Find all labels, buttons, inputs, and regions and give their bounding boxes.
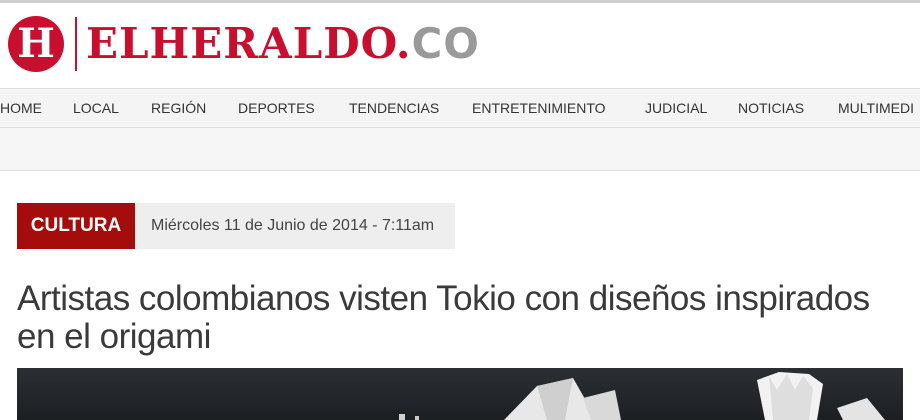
- logo-tld: CO: [411, 19, 480, 68]
- section-badge[interactable]: CULTURA: [17, 203, 135, 249]
- site-logo[interactable]: ELHERALDO.CO: [86, 19, 480, 69]
- nav-item-multimedia[interactable]: MULTIMEDI: [838, 89, 914, 127]
- logo-name: ELHERALDO: [86, 19, 396, 68]
- main-nav: HOME LOCAL REGIÓN DEPORTES TENDENCIAS EN…: [0, 88, 920, 128]
- sub-nav-bar: [0, 128, 920, 171]
- article-date: Miércoles 11 de Junio de 2014 - 7:11am: [151, 217, 435, 234]
- origami-photo-image: [399, 372, 885, 420]
- nav-item-local[interactable]: LOCAL: [73, 89, 119, 127]
- nav-item-tendencias[interactable]: TENDENCIAS: [349, 89, 439, 127]
- nav-item-home[interactable]: HOME: [0, 89, 42, 127]
- article-meta: CULTURA Miércoles 11 de Junio de 2014 - …: [17, 203, 455, 249]
- logo-mark[interactable]: H: [8, 16, 64, 72]
- logo-dot: .: [395, 19, 412, 68]
- nav-item-region[interactable]: REGIÓN: [151, 89, 206, 127]
- article-headline: Artistas colombianos visten Tokio con di…: [17, 279, 870, 356]
- nav-item-entretenimiento[interactable]: ENTRETENIMIENTO: [472, 89, 606, 127]
- nav-item-deportes[interactable]: DEPORTES: [238, 89, 315, 127]
- nav-item-noticias[interactable]: NOTICIAS: [738, 89, 804, 127]
- nav-item-judicial[interactable]: JUDICIAL: [645, 89, 707, 127]
- site-header: H ELHERALDO.CO: [0, 3, 920, 87]
- article-photo: [17, 368, 903, 420]
- logo-divider: [75, 17, 77, 71]
